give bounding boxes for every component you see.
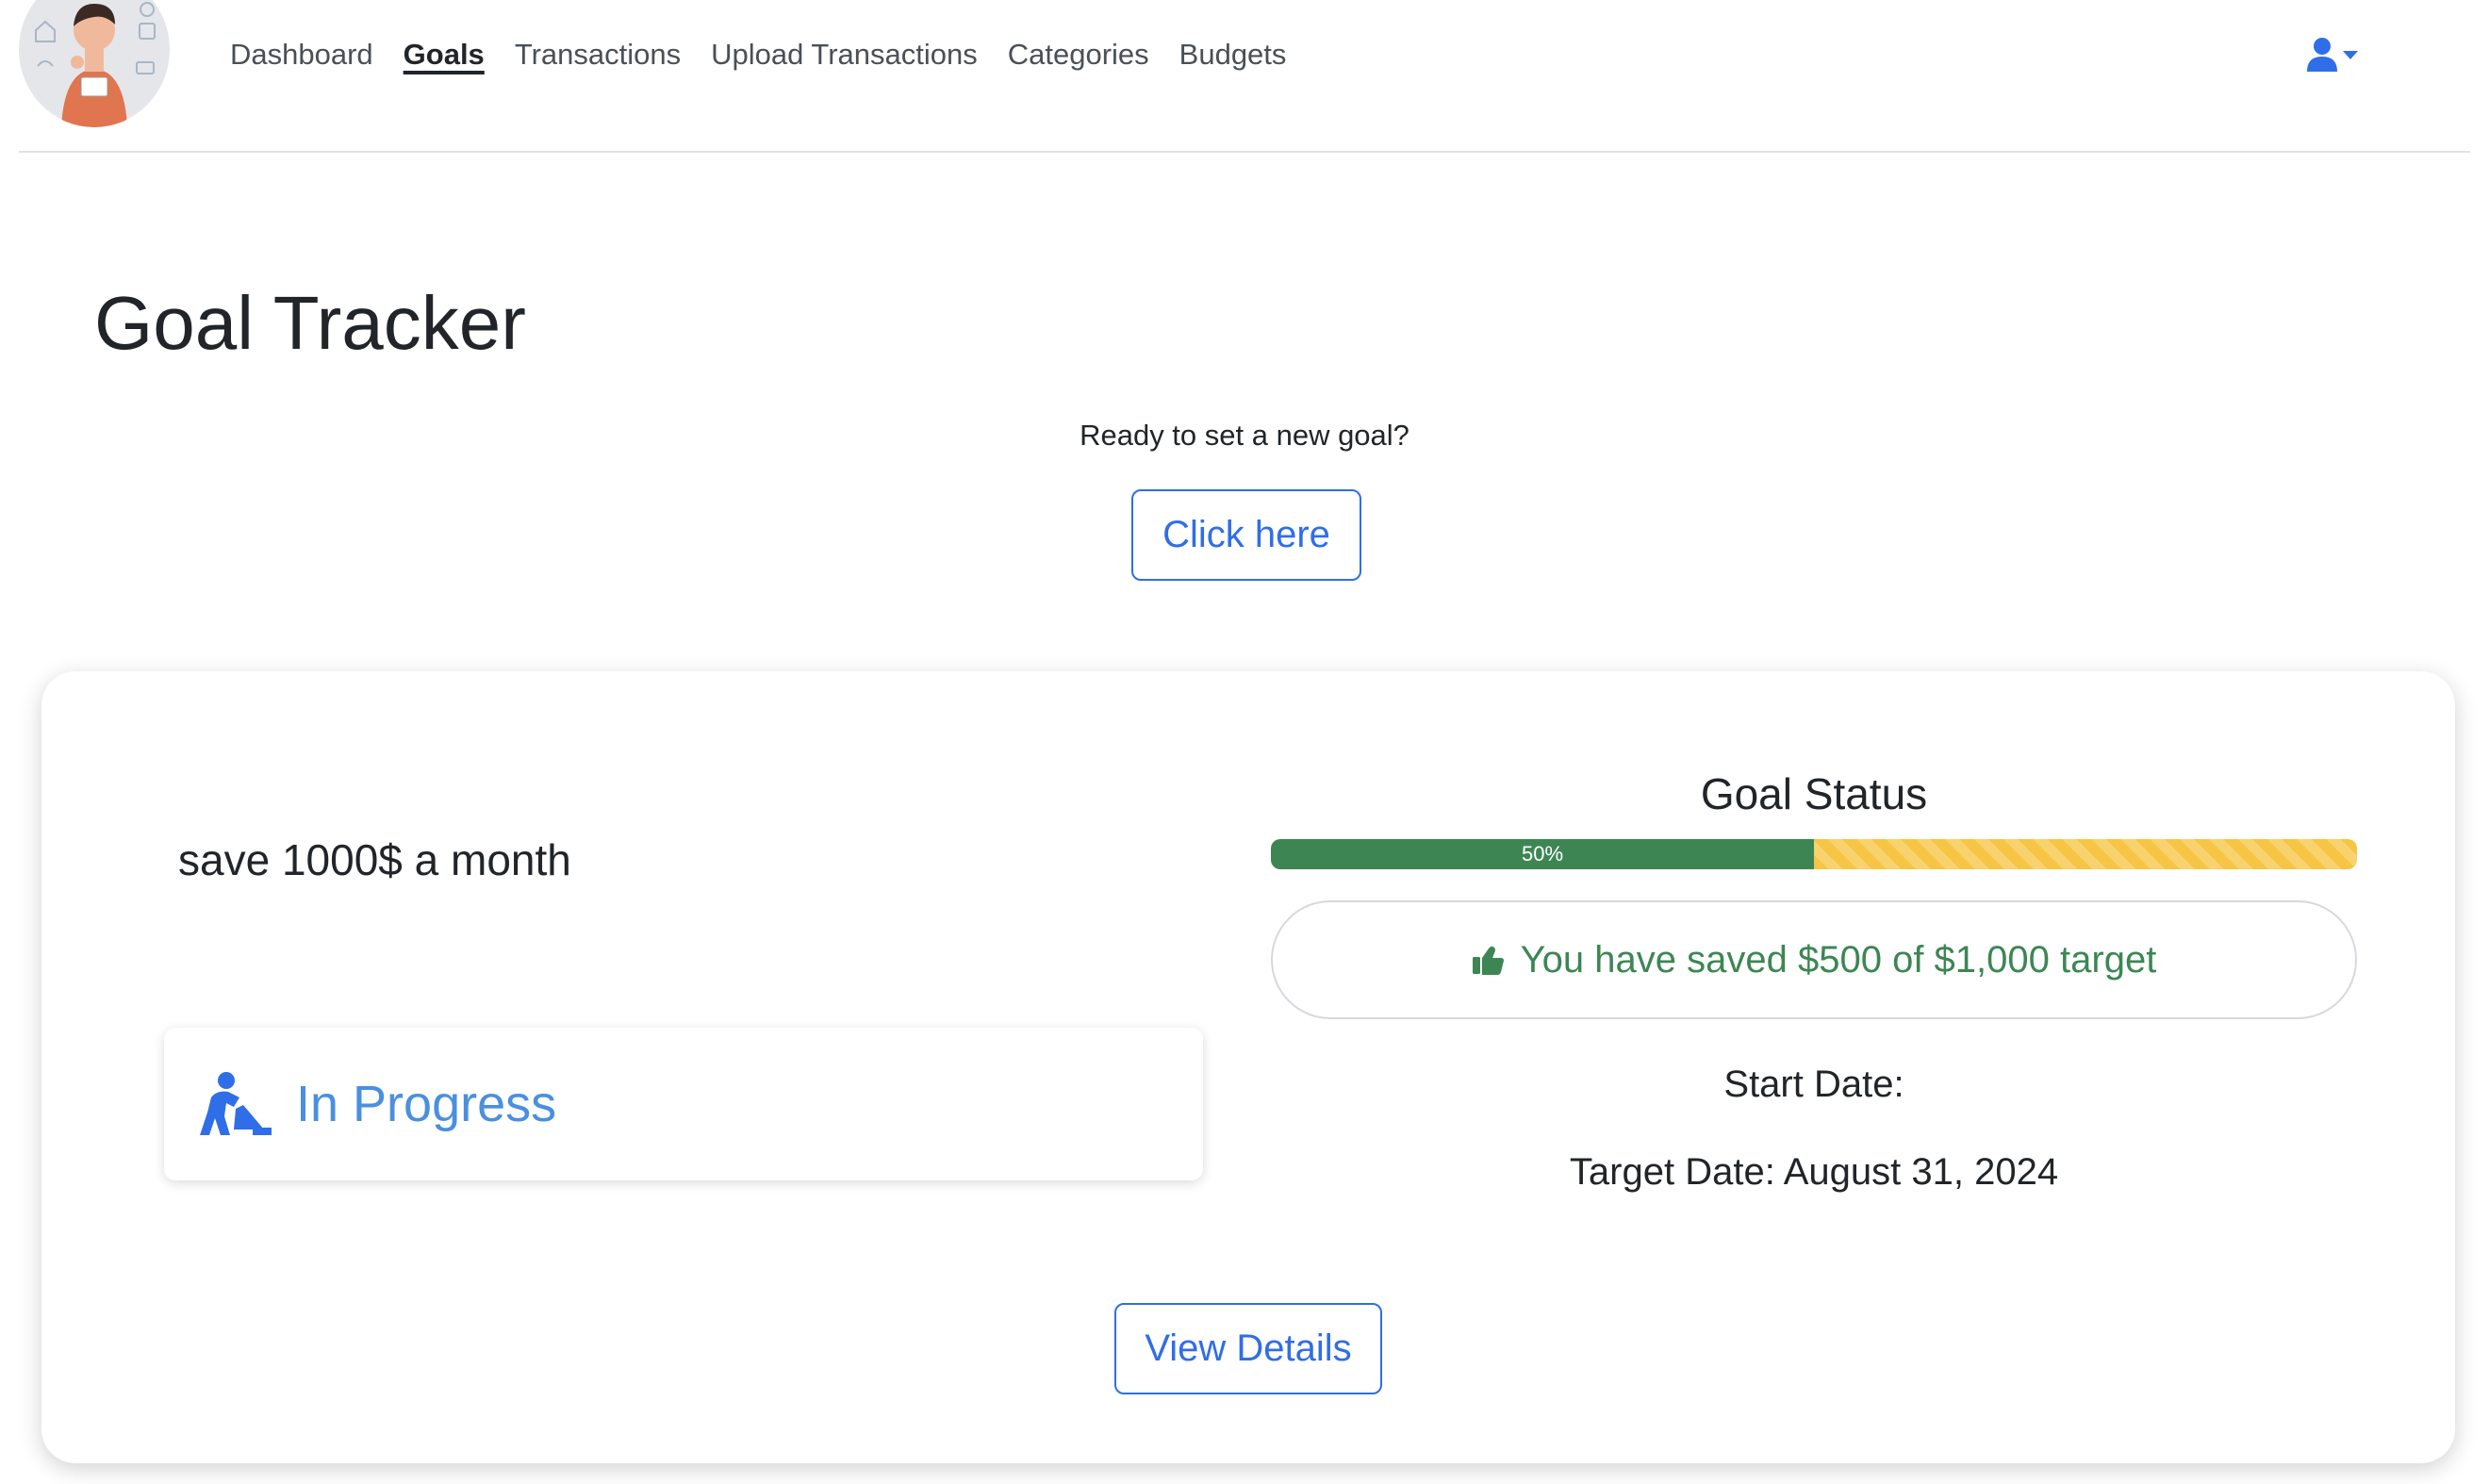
- target-date: Target Date: August 31, 2024: [1569, 1151, 2059, 1193]
- start-date: Start Date:: [1723, 1064, 1904, 1105]
- goal-progress-fill: 50%: [1271, 839, 1814, 869]
- nav-link-dashboard[interactable]: Dashboard: [215, 32, 388, 77]
- nav-links: Dashboard Goals Transactions Upload Tran…: [215, 32, 1301, 77]
- goal-name: save 1000$ a month: [178, 835, 571, 884]
- page-title: Goal Tracker: [94, 281, 526, 365]
- goal-card: save 1000$ a month In Progress Goal Stat…: [41, 671, 2455, 1463]
- goal-status-text: In Progress: [296, 1076, 557, 1132]
- saved-amount-pill: You have saved $500 of $1,000 target: [1271, 900, 2357, 1019]
- saved-amount-text: You have saved $500 of $1,000 target: [1520, 938, 2157, 981]
- view-details-button[interactable]: View Details: [1114, 1303, 1382, 1394]
- logo-illustration: [19, 0, 170, 127]
- thumbs-up-icon: [1472, 945, 1504, 975]
- nav-link-goals[interactable]: Goals: [388, 32, 500, 77]
- create-goal-button[interactable]: Click here: [1131, 489, 1361, 581]
- user-icon: [2307, 38, 2337, 72]
- user-menu-dropdown[interactable]: [2306, 34, 2382, 75]
- nav-link-budgets[interactable]: Budgets: [1164, 32, 1302, 77]
- goal-status-heading: Goal Status: [1700, 769, 1928, 818]
- goal-status-badge: In Progress: [164, 1028, 1203, 1180]
- goal-progress-bar: 50%: [1271, 839, 2357, 869]
- nav-link-transactions[interactable]: Transactions: [500, 32, 696, 77]
- caret-down-icon: [2343, 51, 2358, 59]
- brand-logo[interactable]: [19, 0, 170, 127]
- person-digging-icon: [198, 1071, 272, 1137]
- new-goal-prompt: Ready to set a new goal?: [1080, 419, 1409, 452]
- nav-link-upload-transactions[interactable]: Upload Transactions: [696, 32, 993, 77]
- navbar: Dashboard Goals Transactions Upload Tran…: [19, 0, 2470, 153]
- nav-link-categories[interactable]: Categories: [993, 32, 1164, 77]
